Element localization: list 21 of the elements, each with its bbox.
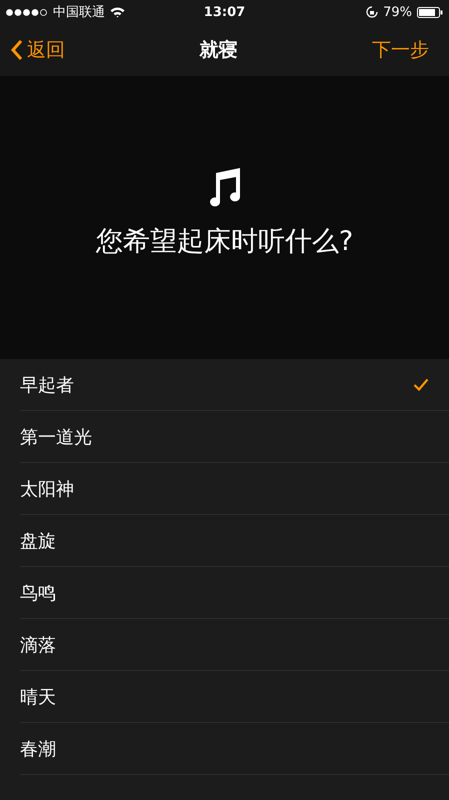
sound-option[interactable]: 滴落 bbox=[20, 619, 449, 671]
sound-option[interactable]: 盘旋 bbox=[20, 515, 449, 567]
nav-title: 就寝 bbox=[200, 38, 238, 63]
back-button[interactable]: 返回 bbox=[10, 37, 65, 63]
sound-option[interactable]: 太阳神 bbox=[20, 463, 449, 515]
sound-option[interactable]: 鸟鸣 bbox=[20, 567, 449, 619]
wifi-icon bbox=[110, 6, 125, 18]
prompt-heading: 您希望起床时听什么? bbox=[96, 224, 354, 258]
sound-option[interactable]: 春潮 bbox=[20, 723, 449, 775]
status-time: 13:07 bbox=[204, 4, 246, 20]
music-note-icon bbox=[208, 166, 242, 206]
sound-option[interactable]: 早起者 bbox=[20, 359, 449, 411]
rotation-lock-icon bbox=[366, 6, 378, 18]
signal-icon bbox=[6, 8, 48, 16]
sound-option[interactable]: 第一道光 bbox=[20, 411, 449, 463]
carrier-name: 中国联通 bbox=[53, 4, 105, 21]
battery-icon bbox=[416, 6, 443, 18]
next-button[interactable]: 下一步 bbox=[372, 37, 429, 63]
battery-percent: 79% bbox=[383, 4, 412, 20]
sound-option[interactable]: 晴天 bbox=[20, 671, 449, 723]
chevron-left-icon bbox=[10, 39, 23, 61]
